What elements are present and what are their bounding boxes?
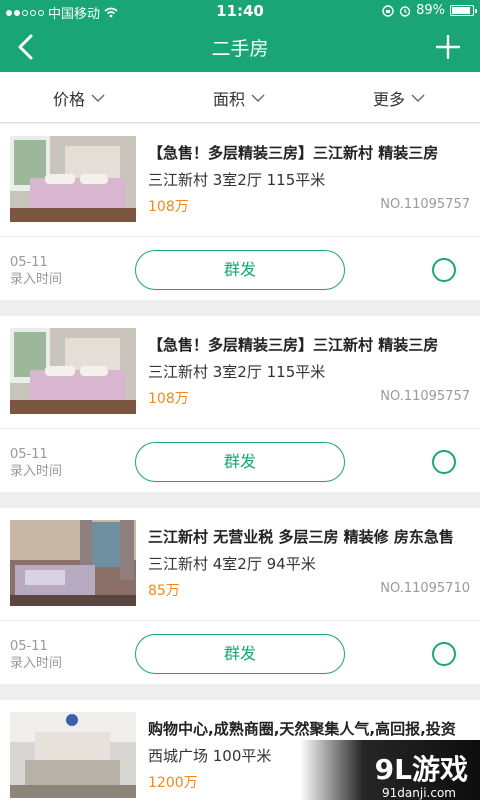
- select-radio[interactable]: [432, 450, 456, 474]
- entry-date-value: 05-11: [10, 255, 48, 270]
- listing-code: NO.11095757: [380, 389, 470, 404]
- entry-date: 05-11 录入时间: [10, 254, 62, 288]
- entry-date: 05-11 录入时间: [10, 446, 62, 480]
- filter-bar: 价格 面积 更多: [0, 72, 480, 123]
- select-radio[interactable]: [432, 258, 456, 282]
- listing-title: 购物中心,成熟商圈,天然聚集人气,高回报,投资: [148, 720, 456, 738]
- battery-icon: [450, 5, 477, 16]
- filter-more[interactable]: 更多: [373, 86, 425, 110]
- rotation-lock-icon: [382, 4, 394, 17]
- broadcast-button[interactable]: 群发: [135, 634, 345, 674]
- divider: [0, 236, 480, 237]
- watermark-logo: 9L游戏: [374, 753, 468, 786]
- filter-price-label: 价格: [53, 90, 86, 109]
- broadcast-button[interactable]: 群发: [135, 442, 345, 482]
- listing-photo-bedroom: [10, 136, 136, 222]
- select-radio[interactable]: [432, 642, 456, 666]
- divider: [0, 428, 480, 429]
- entry-date-value: 05-11: [10, 639, 48, 654]
- listing-title: 【急售！多层精装三房】三江新村 精装三房: [148, 336, 439, 354]
- page-title: 二手房: [211, 38, 269, 60]
- listing-code: NO.11095710: [380, 581, 470, 596]
- broadcast-button[interactable]: 群发: [135, 250, 345, 290]
- listing-photo-living-room: [10, 712, 136, 798]
- listing-card[interactable]: 【急售！多层精装三房】三江新村 精装三房 三江新村 3室2厅 115平米 108…: [0, 316, 480, 492]
- listing-price: 108万: [148, 199, 189, 215]
- listing-code: NO.11095757: [380, 197, 470, 212]
- filter-price[interactable]: 价格: [53, 86, 105, 110]
- entry-date-label: 录入时间: [10, 464, 63, 479]
- listing-subtitle: 三江新村 3室2厅 115平米: [148, 171, 326, 189]
- alarm-icon: [399, 5, 411, 17]
- filter-more-label: 更多: [373, 90, 406, 109]
- entry-date-label: 录入时间: [10, 272, 63, 287]
- listing-subtitle: 西城广场 100平米: [148, 747, 272, 765]
- chevron-down-icon: [411, 94, 425, 102]
- status-bar: 中国移动 11:40 89%: [0, 0, 480, 22]
- add-icon[interactable]: [436, 35, 460, 59]
- filter-area-label: 面积: [213, 90, 246, 109]
- battery-percent: 89%: [416, 3, 445, 18]
- listing-title: 三江新村 无营业税 多层三房 精装修 房东急售: [148, 528, 454, 546]
- entry-date: 05-11 录入时间: [10, 638, 62, 672]
- divider: [0, 620, 480, 621]
- listing-title: 【急售！多层精装三房】三江新村 精装三房: [148, 144, 439, 162]
- listing-subtitle: 三江新村 4室2厅 94平米: [148, 555, 316, 573]
- listing-price: 85万: [148, 583, 180, 599]
- listing-price: 1200万: [148, 775, 198, 791]
- watermark-site: 91danji.com: [382, 786, 456, 800]
- listing-photo-bedroom: [10, 520, 136, 606]
- chevron-down-icon: [91, 94, 105, 102]
- entry-date-label: 录入时间: [10, 656, 63, 671]
- filter-area[interactable]: 面积: [213, 86, 265, 110]
- nav-bar: 二手房: [0, 22, 480, 72]
- entry-date-value: 05-11: [10, 447, 48, 462]
- chevron-down-icon: [251, 94, 265, 102]
- listing-card[interactable]: 三江新村 无营业税 多层三房 精装修 房东急售 三江新村 4室2厅 94平米 8…: [0, 508, 480, 684]
- listing-card[interactable]: 【急售！多层精装三房】三江新村 精装三房 三江新村 3室2厅 115平米 108…: [0, 124, 480, 300]
- listing-subtitle: 三江新村 3室2厅 115平米: [148, 363, 326, 381]
- listing-photo-bedroom: [10, 328, 136, 414]
- listing-price: 108万: [148, 391, 189, 407]
